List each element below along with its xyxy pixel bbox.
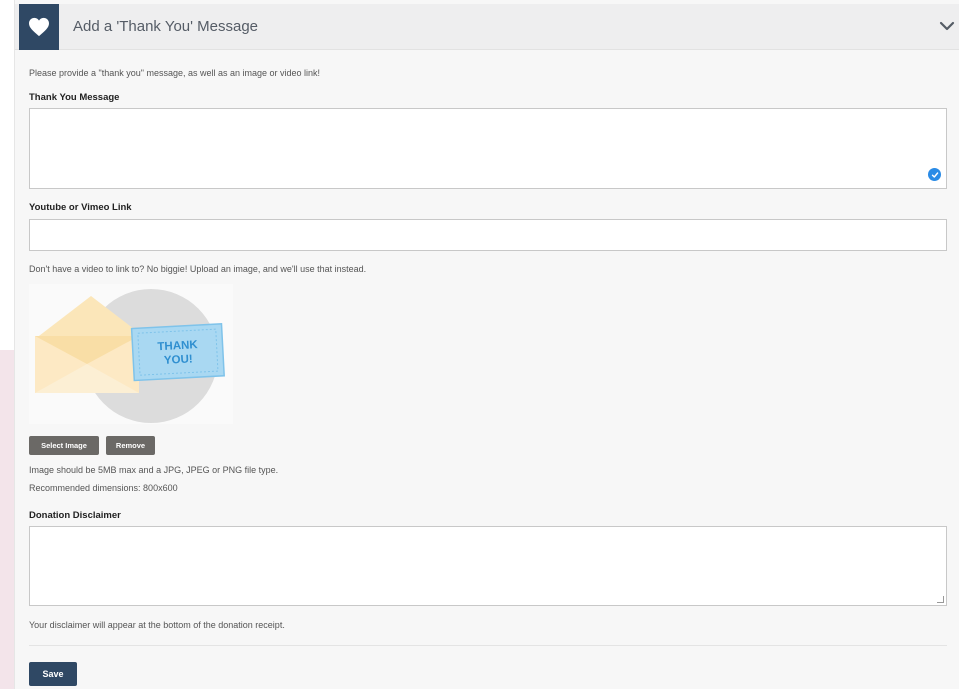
disclaimer-label: Donation Disclaimer [29,510,121,521]
card-text-line2: YOU! [164,353,193,366]
heart-badge [19,4,59,50]
envelope-illustration: THANK YOU! [35,289,225,423]
panel-header[interactable]: Add a 'Thank You' Message [15,4,959,50]
image-dimensions-hint: Recommended dimensions: 800x600 [29,483,178,493]
heart-icon [29,17,49,37]
remove-image-button[interactable]: Remove [106,436,155,455]
thank-you-panel: Add a 'Thank You' Message Please provide… [14,0,959,689]
card-text-line1: THANK [157,339,199,353]
upload-hint: Don't have a video to link to? No biggie… [29,264,367,274]
save-button[interactable]: Save [29,662,77,686]
panel-title: Add a 'Thank You' Message [73,18,259,35]
disclaimer-textarea[interactable] [29,526,947,606]
thank-you-label: Thank You Message [29,92,120,103]
video-link-input[interactable] [29,219,947,251]
image-size-hint: Image should be 5MB max and a JPG, JPEG … [29,465,279,475]
intro-text: Please provide a "thank you" message, as… [29,68,321,78]
grammar-check-icon[interactable] [928,168,941,181]
disclaimer-help: Your disclaimer will appear at the botto… [29,620,285,630]
thank-you-image-preview: THANK YOU! [29,284,233,424]
divider [29,645,947,646]
thank-you-textarea[interactable] [29,108,947,189]
resize-handle[interactable] [937,596,944,603]
chevron-down-icon[interactable] [938,18,956,34]
video-link-label: Youtube or Vimeo Link [29,202,132,213]
select-image-button[interactable]: Select Image [29,436,99,455]
